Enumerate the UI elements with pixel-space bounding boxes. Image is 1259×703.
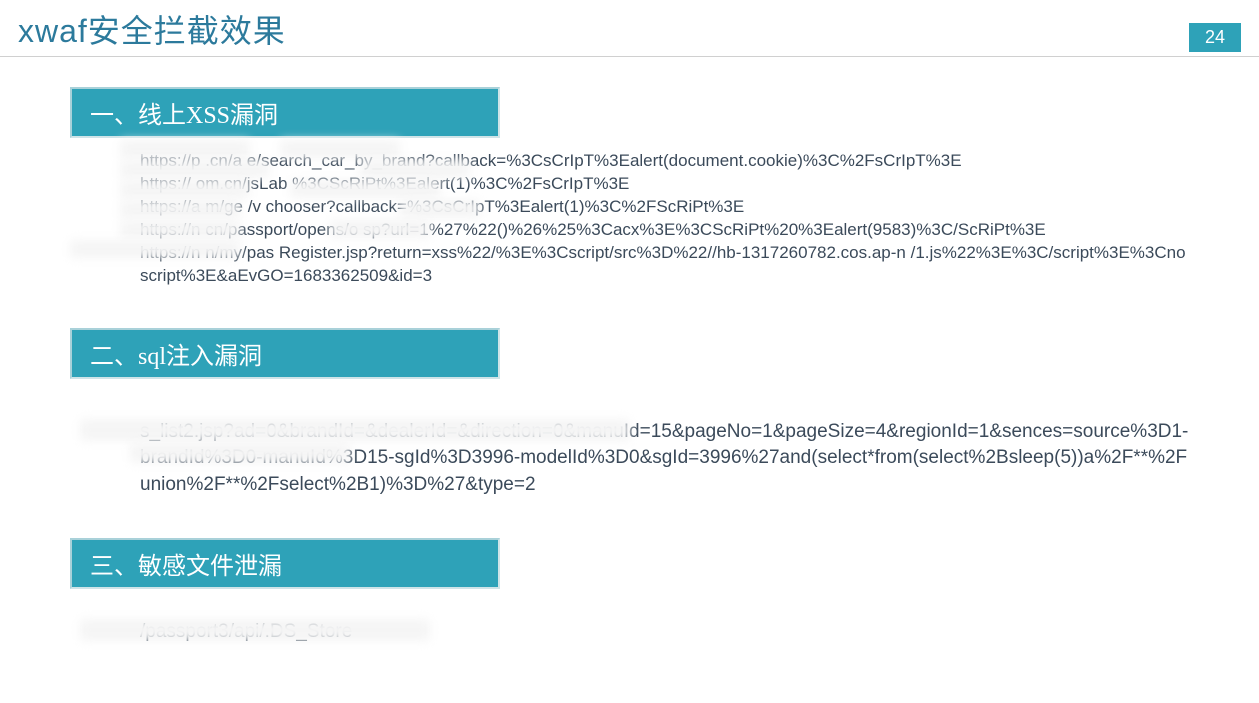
section-body-sql: s_list2.jsp?ad=0&brandId=&dealerId=&dire…	[70, 379, 1189, 539]
url-line: s_list2.jsp?ad=0&brandId=&dealerId=&dire…	[140, 419, 1189, 499]
section-heading-file: 三、敏感文件泄漏	[70, 538, 500, 589]
url-line: https://a m/ge /v chooser?callback=%3CsC…	[140, 196, 1189, 219]
page-number-badge: 24	[1189, 23, 1241, 52]
section-body-xss: https://p .cn/a e/search_car_by_brand?ca…	[70, 138, 1189, 328]
section-heading-sql: 二、sql注入漏洞	[70, 328, 500, 379]
slide-content: 一、线上XSS漏洞 https://p .cn/a e/search_car_b…	[0, 57, 1259, 686]
section-body-file: /passport3/api/.DS_Store	[70, 589, 1189, 686]
section-heading-xss: 一、线上XSS漏洞	[70, 87, 500, 138]
url-line: https://n cn/passport/opens/o sp?url=1%2…	[140, 219, 1189, 242]
url-line: https://p .cn/a e/search_car_by_brand?ca…	[140, 150, 1189, 173]
url-line: https://n n/my/pas Register.jsp?return=x…	[140, 242, 1189, 288]
slide-header: xwaf安全拦截效果 24	[0, 0, 1259, 57]
url-line: https:// om.cn/jsLab %3CScRiPt%3Ealert(1…	[140, 173, 1189, 196]
section-sql: 二、sql注入漏洞 s_list2.jsp?ad=0&brandId=&deal…	[70, 328, 1189, 539]
section-file-leak: 三、敏感文件泄漏 /passport3/api/.DS_Store	[70, 538, 1189, 686]
url-line: /passport3/api/.DS_Store	[140, 619, 1189, 646]
slide-title: xwaf安全拦截效果	[18, 6, 286, 52]
section-xss: 一、线上XSS漏洞 https://p .cn/a e/search_car_b…	[70, 87, 1189, 328]
